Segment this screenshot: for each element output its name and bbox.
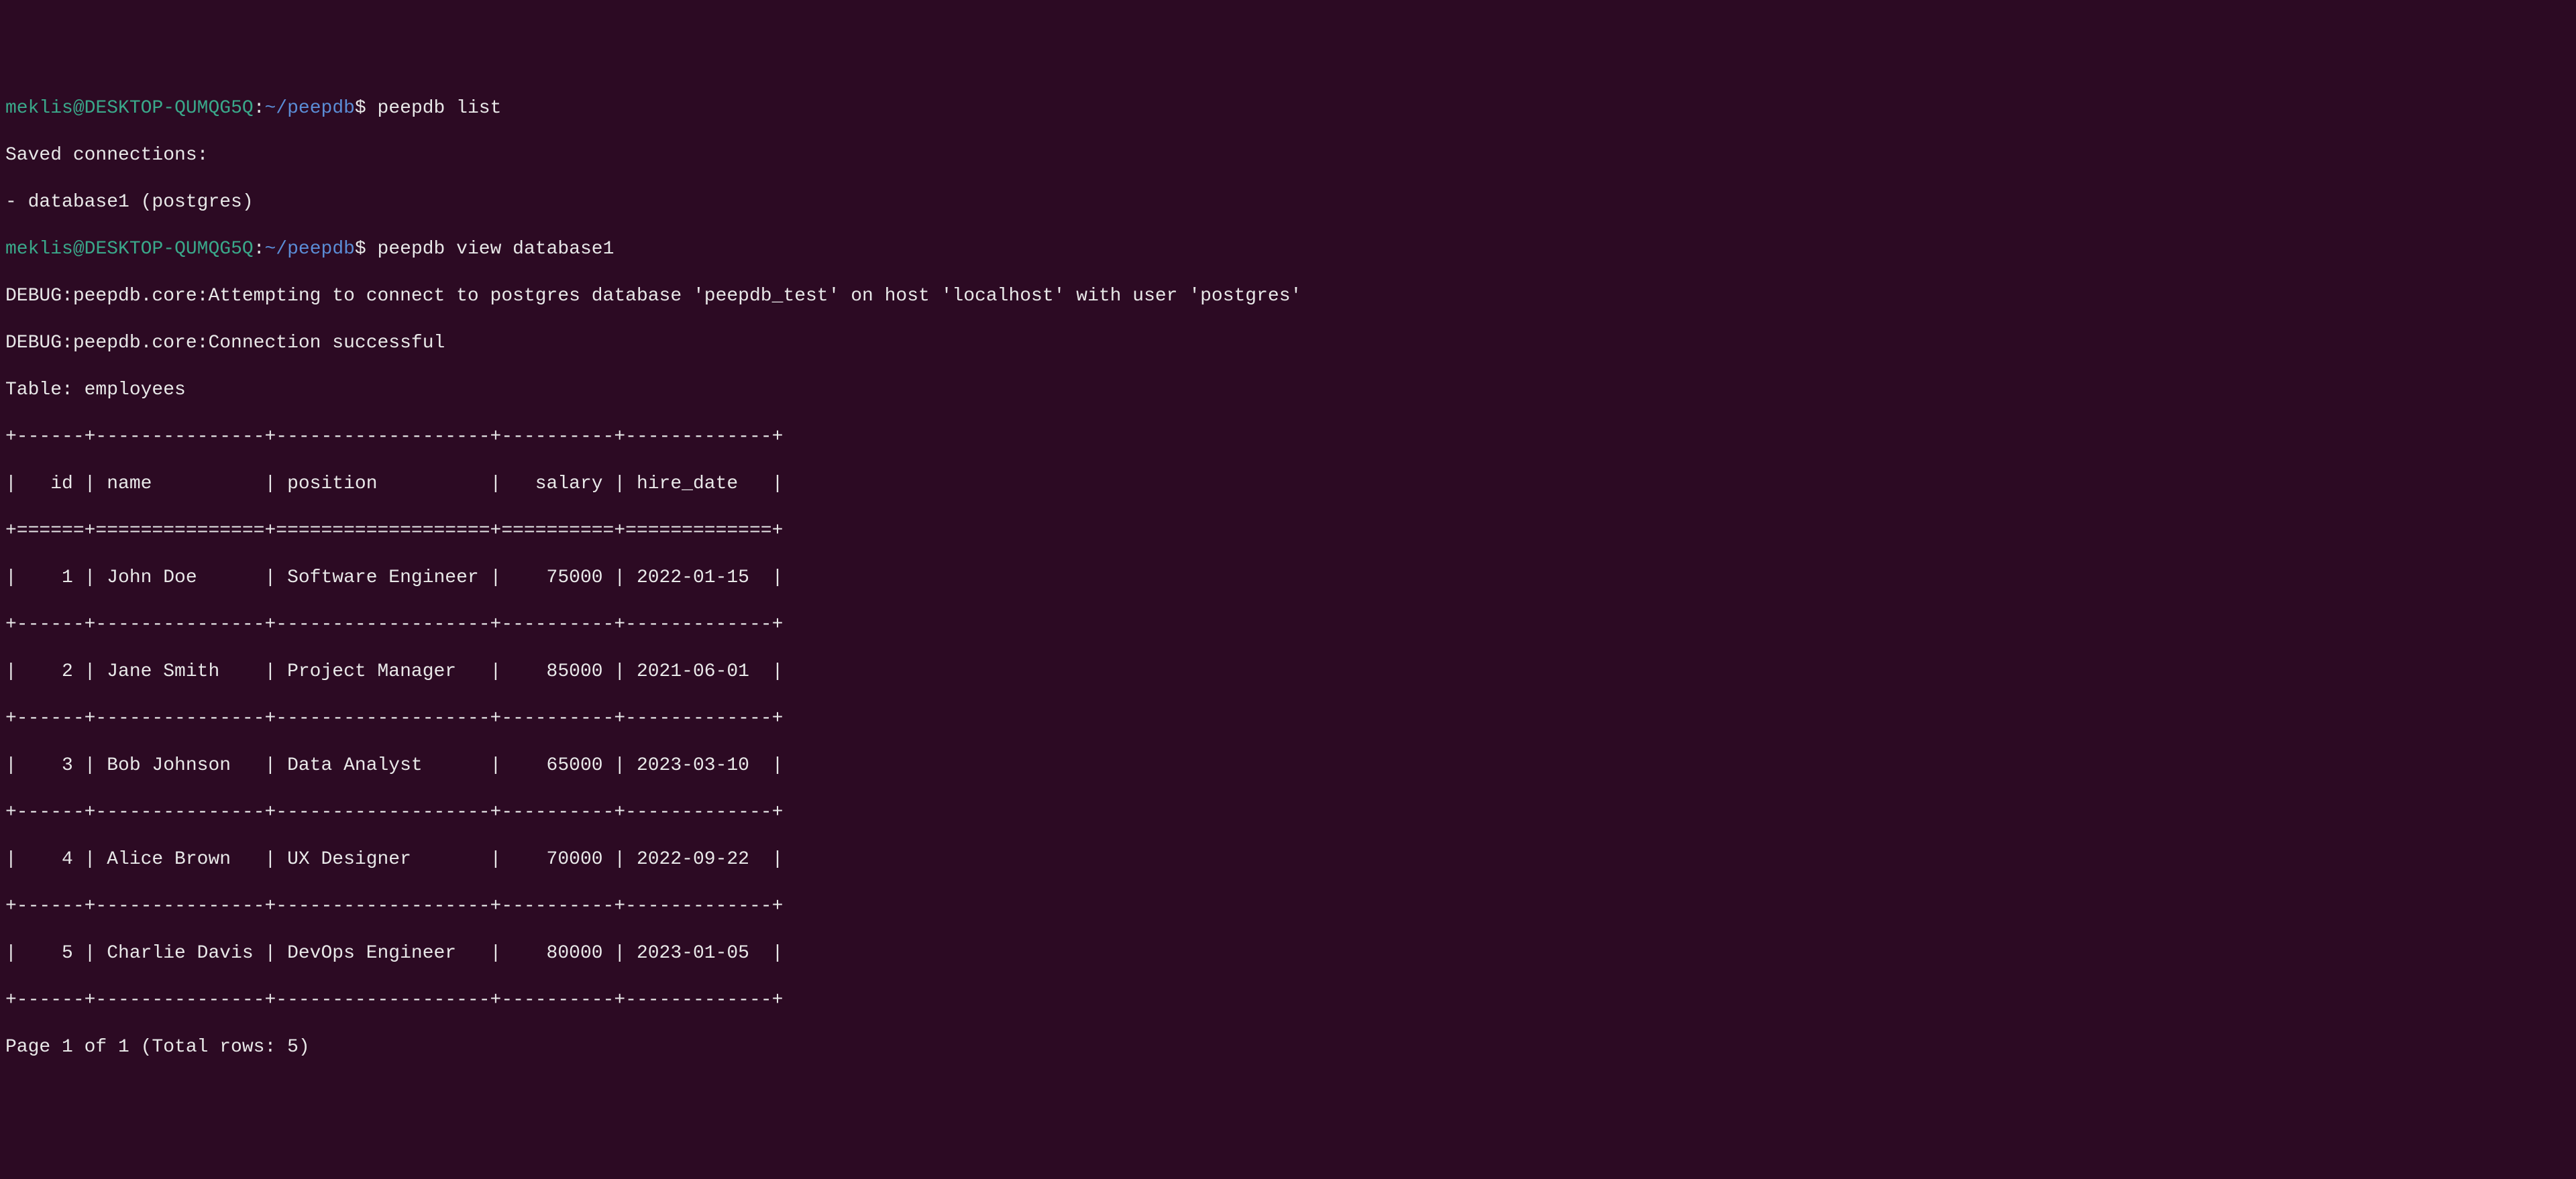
prompt-user: meklis xyxy=(5,239,73,260)
output-saved-connections: Saved connections: xyxy=(5,144,2571,167)
pagination-info: Page 1 of 1 (Total rows: 5) xyxy=(5,1035,2571,1059)
prompt-at: @ xyxy=(73,98,85,119)
prompt-host: DESKTOP-QUMQG5Q xyxy=(85,239,254,260)
command-2: peepdb view database1 xyxy=(378,239,614,260)
table-separator: +------+---------------+----------------… xyxy=(5,989,2571,1012)
prompt-line-1[interactable]: meklis@DESKTOP-QUMQG5Q:~/peepdb$ peepdb … xyxy=(5,97,2571,120)
prompt-host: DESKTOP-QUMQG5Q xyxy=(85,98,254,119)
table-row: | 2 | Jane Smith | Project Manager | 850… xyxy=(5,660,2571,683)
prompt-colon: : xyxy=(254,98,265,119)
prompt-line-2[interactable]: meklis@DESKTOP-QUMQG5Q:~/peepdb$ peepdb … xyxy=(5,237,2571,261)
table-row: | 1 | John Doe | Software Engineer | 750… xyxy=(5,566,2571,590)
table-separator: +------+---------------+----------------… xyxy=(5,895,2571,918)
table-row: | 3 | Bob Johnson | Data Analyst | 65000… xyxy=(5,754,2571,777)
command-1: peepdb list xyxy=(378,98,502,119)
table-separator: +------+---------------+----------------… xyxy=(5,707,2571,730)
table-row: | 5 | Charlie Davis | DevOps Engineer | … xyxy=(5,942,2571,965)
table-separator: +------+---------------+----------------… xyxy=(5,425,2571,449)
table-row: | 4 | Alice Brown | UX Designer | 70000 … xyxy=(5,848,2571,871)
prompt-dollar: $ xyxy=(355,98,366,119)
prompt-path: ~/peepdb xyxy=(265,239,355,260)
table-separator: +------+---------------+----------------… xyxy=(5,801,2571,824)
output-connection-item: - database1 (postgres) xyxy=(5,190,2571,214)
prompt-path: ~/peepdb xyxy=(265,98,355,119)
table-header: | id | name | position | salary | hire_d… xyxy=(5,472,2571,496)
debug-line-2: DEBUG:peepdb.core:Connection successful xyxy=(5,331,2571,355)
table-title: Table: employees xyxy=(5,378,2571,402)
prompt-colon: : xyxy=(254,239,265,260)
table-separator: +======+===============+================… xyxy=(5,519,2571,543)
debug-line-1: DEBUG:peepdb.core:Attempting to connect … xyxy=(5,284,2571,308)
prompt-at: @ xyxy=(73,239,85,260)
table-separator: +------+---------------+----------------… xyxy=(5,613,2571,636)
prompt-dollar: $ xyxy=(355,239,366,260)
prompt-user: meklis xyxy=(5,98,73,119)
